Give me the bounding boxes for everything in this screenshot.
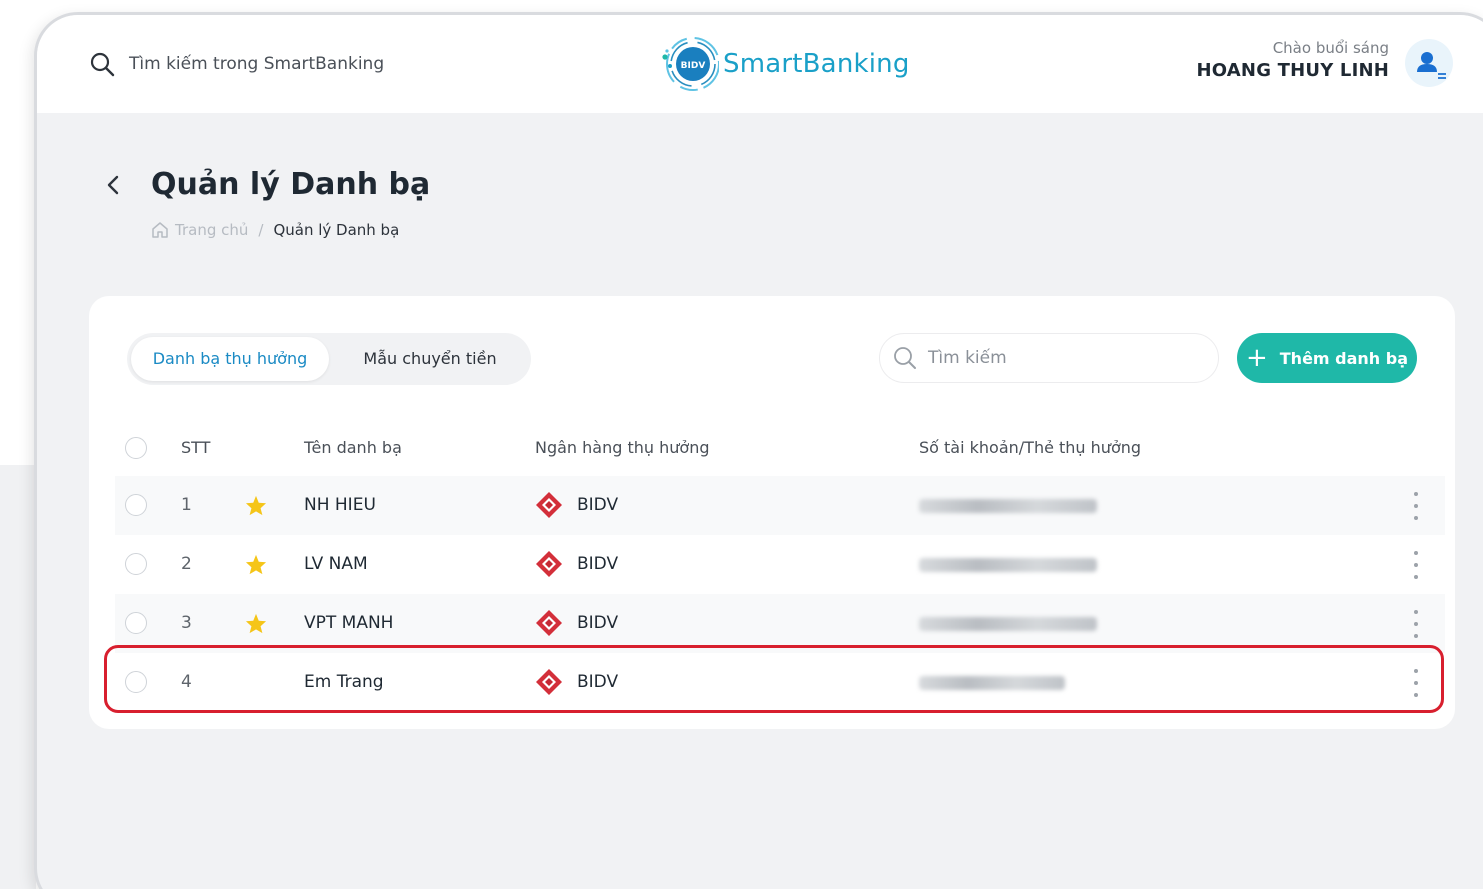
logo-text: SmartBanking [723,49,910,79]
row-account-blurred [919,558,1097,572]
tab-beneficiaries[interactable]: Danh bạ thụ hưởng [131,337,329,381]
tab-transfer-templates[interactable]: Mẫu chuyển tiền [333,337,527,381]
breadcrumb-current: Quản lý Danh bạ [273,221,400,239]
search-placeholder: Tìm kiếm [928,348,1007,368]
user-avatar-icon [1417,52,1446,79]
breadcrumb: Trang chủ / Quản lý Danh bạ [151,221,399,239]
row-account-blurred [919,617,1097,631]
global-search-label: Tìm kiếm trong SmartBanking [129,54,385,74]
bidv-bank-icon [536,610,562,636]
row-bank: BIDV [577,495,619,515]
breadcrumb-home[interactable]: Trang chủ [175,221,248,239]
more-vertical-icon[interactable] [1413,551,1419,579]
greeting-text: Chào buổi sáng [1272,39,1389,57]
table-row[interactable]: 1 NH HIEU BIDV [115,476,1445,535]
row-checkbox[interactable] [125,494,147,516]
header-stt: STT [181,438,211,457]
row-contact-name: LV NAM [304,554,368,574]
more-vertical-icon[interactable] [1413,492,1419,520]
logo-badge-text: BIDV [681,61,706,71]
table-row[interactable]: 2 LV NAM BIDV [115,535,1445,594]
row-bank: BIDV [577,554,619,574]
search-icon [90,52,115,77]
contact-tabs: Danh bạ thụ hưởng Mẫu chuyển tiền [127,333,531,385]
header-account: Số tài khoản/Thẻ thụ hưởng [919,438,1142,457]
bidv-bank-icon [536,492,562,518]
back-arrow-icon [107,175,119,195]
bidv-bank-icon [536,551,562,577]
breadcrumb-separator: / [258,221,264,239]
search-icon [894,347,916,369]
bidv-logo-icon: BIDV [662,37,719,91]
back-button[interactable] [103,173,123,201]
app-window: Tìm kiếm trong SmartBanking BIDV SmartBa… [34,12,1483,889]
add-contact-label: Thêm danh bạ [1279,348,1409,368]
background-shade [0,465,36,889]
row-checkbox[interactable] [125,553,147,575]
top-bar: Tìm kiếm trong SmartBanking BIDV SmartBa… [37,15,1483,113]
global-search[interactable]: Tìm kiếm trong SmartBanking [89,51,384,77]
star-icon[interactable] [245,613,267,634]
row-account-blurred [919,499,1097,513]
page-title: Quản lý Danh bạ [151,167,431,202]
plus-icon: + [1245,343,1268,373]
header-contact-name: Tên danh bạ [304,438,402,457]
user-greeting: Chào buổi sáng HOANG THUY LINH [1197,39,1389,81]
home-icon[interactable] [151,221,169,239]
contact-search-input[interactable]: Tìm kiếm [879,333,1219,383]
row-contact-name: NH HIEU [304,495,376,515]
select-all-checkbox[interactable] [125,437,147,459]
row-stt: 2 [181,554,192,574]
more-vertical-icon[interactable] [1413,610,1419,638]
user-name: HOANG THUY LINH [1196,60,1389,81]
header-bank: Ngân hàng thụ hưởng [535,438,710,457]
user-avatar[interactable] [1405,39,1453,87]
row-highlight-annotation [104,645,1444,713]
add-contact-button[interactable]: + Thêm danh bạ [1237,333,1417,383]
row-stt: 1 [181,495,192,515]
smartbanking-logo: BIDV SmartBanking [659,33,910,95]
row-checkbox[interactable] [125,612,147,634]
star-icon[interactable] [245,495,267,516]
table-header: STT Tên danh bạ Ngân hàng thụ hưởng Số t… [89,418,1455,478]
star-icon[interactable] [245,554,267,575]
